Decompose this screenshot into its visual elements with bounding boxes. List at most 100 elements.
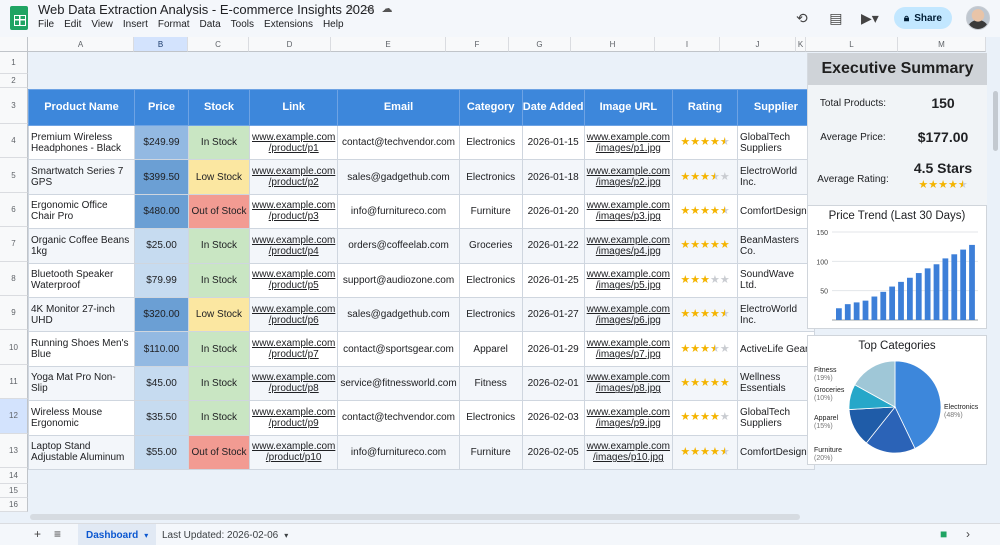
rating-cell[interactable]: ★★★★★ bbox=[672, 262, 739, 298]
header-stock[interactable]: Stock bbox=[188, 89, 250, 126]
price-trend-bar[interactable] bbox=[924, 268, 931, 320]
column-header-e[interactable]: E bbox=[331, 37, 446, 52]
rating-cell[interactable]: ★★★★★ bbox=[672, 400, 739, 436]
row-header-11[interactable]: 11 bbox=[0, 364, 28, 400]
image-url-cell[interactable]: www.example.com /images/p8.jpg bbox=[583, 365, 674, 402]
menu-view[interactable]: View bbox=[91, 19, 113, 30]
price-trend-bar[interactable] bbox=[898, 281, 904, 320]
email-cell[interactable]: info@furnitureco.com bbox=[337, 434, 460, 470]
image-link[interactable]: www.example.com /images/p6.jpg bbox=[587, 304, 670, 326]
column-header-c[interactable]: C bbox=[188, 37, 249, 52]
product-name-cell[interactable]: 4K Monitor 27-inch UHD bbox=[28, 296, 135, 333]
row-header-13[interactable]: 13 bbox=[0, 433, 28, 468]
row-header-6[interactable]: 6 bbox=[0, 192, 28, 228]
row-header-10[interactable]: 10 bbox=[0, 330, 28, 365]
column-header-a[interactable]: A bbox=[28, 37, 134, 52]
product-link[interactable]: www.example.com /product/p4 bbox=[252, 235, 335, 257]
column-header-f[interactable]: F bbox=[446, 37, 509, 52]
row-header-4[interactable]: 4 bbox=[0, 124, 28, 159]
column-header-b[interactable]: B bbox=[134, 37, 188, 52]
image-link[interactable]: www.example.com /images/p5.jpg bbox=[587, 269, 670, 291]
category-cell[interactable]: Groceries bbox=[458, 228, 523, 264]
image-url-cell[interactable]: www.example.com /images/p6.jpg bbox=[583, 296, 674, 333]
row-header-16[interactable]: 16 bbox=[0, 498, 28, 512]
explore-icon[interactable]: ■ bbox=[940, 527, 947, 541]
sheets-logo-icon[interactable] bbox=[10, 6, 28, 30]
supplier-cell[interactable]: ElectroWorld Inc. bbox=[737, 296, 815, 333]
link-cell[interactable]: www.example.com /product/p10 bbox=[248, 434, 339, 470]
row-header-1[interactable]: 1 bbox=[0, 52, 28, 74]
price-cell[interactable]: $320.00 bbox=[134, 296, 189, 333]
image-link[interactable]: www.example.com /images/p4.jpg bbox=[587, 235, 670, 257]
price-cell[interactable]: $79.99 bbox=[134, 262, 189, 298]
email-cell[interactable]: orders@coffeelab.com bbox=[337, 228, 460, 264]
column-header-d[interactable]: D bbox=[249, 37, 331, 52]
price-trend-bar[interactable] bbox=[836, 308, 842, 320]
top-categories-chart[interactable]: Top Categories Electronics (48%) Furniture… bbox=[807, 335, 987, 465]
all-sheets-icon[interactable]: ≡ bbox=[54, 527, 61, 541]
rating-cell[interactable]: ★★★★★ bbox=[672, 296, 739, 333]
date-cell[interactable]: 2026-02-01 bbox=[521, 365, 585, 402]
menu-insert[interactable]: Insert bbox=[123, 19, 148, 30]
header-price[interactable]: Price bbox=[134, 89, 189, 126]
product-link[interactable]: www.example.com /product/p2 bbox=[252, 166, 335, 188]
header-category[interactable]: Category bbox=[458, 89, 523, 126]
date-cell[interactable]: 2026-02-03 bbox=[521, 400, 585, 436]
price-trend-chart[interactable]: Price Trend (Last 30 Days) 50 100 150 bbox=[807, 205, 987, 329]
collapse-icon[interactable]: › bbox=[966, 527, 970, 541]
price-cell[interactable]: $110.00 bbox=[134, 331, 189, 367]
share-button[interactable]: 🔒︎ Share bbox=[893, 7, 952, 29]
date-cell[interactable]: 2026-01-29 bbox=[521, 331, 585, 367]
row-header-3[interactable]: 3 bbox=[0, 88, 28, 124]
column-header-i[interactable]: I bbox=[655, 37, 720, 52]
cloud-icon[interactable]: ☁ bbox=[381, 3, 393, 15]
email-cell[interactable]: sales@gadgethub.com bbox=[337, 296, 460, 333]
column-header-g[interactable]: G bbox=[509, 37, 571, 52]
image-link[interactable]: www.example.com /images/p8.jpg bbox=[587, 372, 670, 394]
price-trend-bar[interactable] bbox=[862, 300, 869, 320]
image-url-cell[interactable]: www.example.com /images/p2.jpg bbox=[583, 159, 674, 195]
header-supplier[interactable]: Supplier bbox=[737, 89, 815, 126]
row-header-7[interactable]: 7 bbox=[0, 227, 28, 262]
menu-extensions[interactable]: Extensions bbox=[264, 19, 313, 30]
horizontal-scrollbar[interactable] bbox=[30, 514, 800, 520]
price-trend-bar[interactable] bbox=[853, 302, 860, 320]
product-name-cell[interactable]: Organic Coffee Beans 1kg bbox=[28, 228, 135, 264]
row-header-14[interactable]: 14 bbox=[0, 468, 28, 484]
row-header-2[interactable]: 2 bbox=[0, 74, 28, 88]
product-name-cell[interactable]: Bluetooth Speaker Waterproof bbox=[28, 262, 135, 298]
date-cell[interactable]: 2026-02-05 bbox=[521, 434, 585, 470]
date-cell[interactable]: 2026-01-22 bbox=[521, 228, 585, 264]
email-cell[interactable]: contact@sportsgear.com bbox=[337, 331, 460, 367]
category-cell[interactable]: Electronics bbox=[458, 124, 523, 161]
supplier-cell[interactable]: Wellness Essentials bbox=[737, 365, 815, 402]
column-header-k[interactable]: K bbox=[796, 37, 806, 52]
category-cell[interactable]: Fitness bbox=[458, 365, 523, 402]
product-link[interactable]: www.example.com /product/p9 bbox=[252, 407, 335, 429]
email-cell[interactable]: contact@techvendor.com bbox=[337, 400, 460, 436]
product-link[interactable]: www.example.com /product/p5 bbox=[252, 269, 335, 291]
price-cell[interactable]: $249.99 bbox=[134, 124, 189, 161]
stock-cell[interactable]: Low Stock bbox=[188, 159, 250, 195]
image-link[interactable]: www.example.com /images/p1.jpg bbox=[587, 132, 670, 154]
stock-cell[interactable]: In Stock bbox=[188, 331, 250, 367]
supplier-cell[interactable]: ElectroWorld Inc. bbox=[737, 159, 815, 195]
link-cell[interactable]: www.example.com /product/p1 bbox=[248, 124, 339, 161]
link-cell[interactable]: www.example.com /product/p6 bbox=[248, 296, 339, 333]
column-header-h[interactable]: H bbox=[571, 37, 655, 52]
date-cell[interactable]: 2026-01-18 bbox=[521, 159, 585, 195]
supplier-cell[interactable]: ComfortDesigns bbox=[737, 193, 815, 230]
link-cell[interactable]: www.example.com /product/p2 bbox=[248, 159, 339, 195]
category-cell[interactable]: Electronics bbox=[458, 296, 523, 333]
product-link[interactable]: www.example.com /product/p1 bbox=[252, 132, 335, 154]
price-trend-bar[interactable] bbox=[915, 273, 922, 320]
column-header-j[interactable]: J bbox=[720, 37, 796, 52]
stock-cell[interactable]: In Stock bbox=[188, 400, 250, 436]
category-cell[interactable]: Electronics bbox=[458, 400, 523, 436]
supplier-cell[interactable]: GlobalTech Suppliers bbox=[737, 400, 815, 436]
stock-cell[interactable]: In Stock bbox=[188, 365, 250, 402]
image-url-cell[interactable]: www.example.com /images/p1.jpg bbox=[583, 124, 674, 161]
price-cell[interactable]: $55.00 bbox=[134, 434, 189, 470]
link-cell[interactable]: www.example.com /product/p5 bbox=[248, 262, 339, 298]
category-cell[interactable]: Apparel bbox=[458, 331, 523, 367]
